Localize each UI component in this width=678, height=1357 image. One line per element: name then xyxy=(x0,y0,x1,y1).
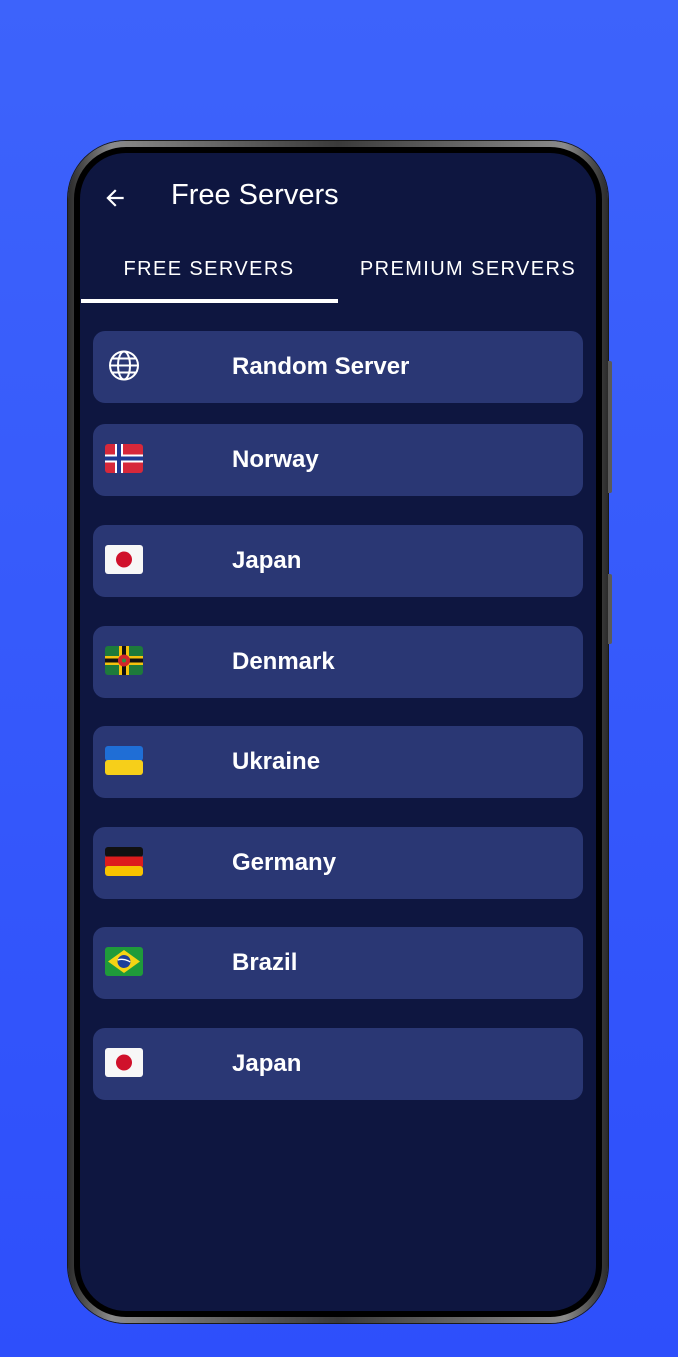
ukraine-flag-icon xyxy=(105,746,143,775)
page-title: Free Servers xyxy=(171,179,339,211)
server-name: Brazil xyxy=(232,949,298,976)
server-name: Germany xyxy=(232,849,337,876)
brazil-flag-icon xyxy=(105,947,143,976)
arrow-left-icon[interactable] xyxy=(102,185,128,211)
server-name: Denmark xyxy=(232,648,335,675)
server-row-ukraine[interactable]: Ukraine xyxy=(93,726,583,798)
server-row-japan[interactable]: Japan xyxy=(93,525,583,597)
server-row-brazil[interactable]: Brazil xyxy=(93,927,583,999)
dominica-flag-icon xyxy=(105,646,143,675)
app-bar: Free Servers xyxy=(80,153,596,243)
tab-indicator xyxy=(81,299,338,303)
server-row-random[interactable]: Random Server xyxy=(93,331,583,403)
server-row-japan-2[interactable]: Japan xyxy=(93,1028,583,1100)
phone-frame: Free Servers FREE SERVERS PREMIUM SERVER… xyxy=(68,141,612,1323)
server-row-norway[interactable]: Norway xyxy=(93,424,583,496)
tab-premium-servers[interactable]: PREMIUM SERVERS xyxy=(338,249,596,307)
server-row-denmark[interactable]: Denmark xyxy=(93,626,583,698)
server-name: Ukraine xyxy=(232,748,321,775)
server-row-germany[interactable]: Germany xyxy=(93,827,583,899)
power-button xyxy=(608,361,612,493)
norway-flag-icon xyxy=(105,444,143,473)
app-screen: Free Servers FREE SERVERS PREMIUM SERVER… xyxy=(80,153,596,1311)
server-name: Japan xyxy=(232,1050,302,1077)
server-name: Japan xyxy=(232,547,302,574)
volume-button xyxy=(608,574,612,644)
server-name: Random Server xyxy=(232,353,410,380)
germany-flag-icon xyxy=(105,847,143,876)
japan-flag-icon xyxy=(105,545,143,574)
japan-flag-icon xyxy=(105,1048,143,1077)
globe-icon xyxy=(109,350,139,381)
server-name: Norway xyxy=(232,446,319,473)
